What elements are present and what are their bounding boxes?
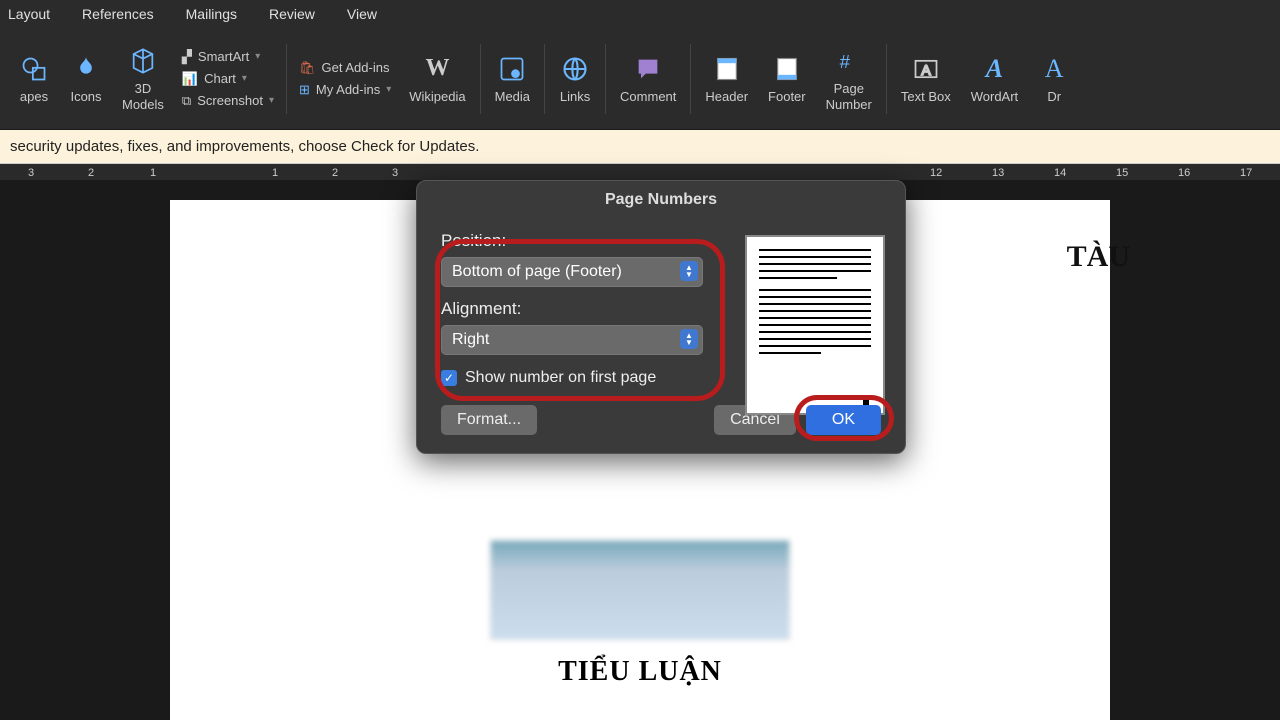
page-image-blurred bbox=[490, 540, 790, 640]
format-button[interactable]: Format... bbox=[441, 405, 537, 435]
ribbon-addins-col: 🛍Get Add-ins ⊞My Add-ins▾ bbox=[291, 28, 399, 129]
page-numbers-dialog: Page Numbers Position: Bottom of page (F… bbox=[416, 180, 906, 454]
position-select[interactable]: Bottom of page (Footer) ▲▼ bbox=[441, 257, 703, 287]
menu-references[interactable]: References bbox=[82, 6, 154, 22]
page-number-icon: # bbox=[833, 45, 865, 77]
ribbon-get-addins[interactable]: 🛍Get Add-ins bbox=[299, 60, 391, 76]
ribbon-smartart-col: ▞SmartArt▾ 📊Chart▾ ⧉Screenshot▾ bbox=[174, 28, 282, 129]
dropcap-icon: A bbox=[1038, 53, 1070, 85]
ribbon-wordart[interactable]: A WordArt bbox=[961, 28, 1028, 129]
ribbon-wikipedia[interactable]: W Wikipedia bbox=[399, 28, 475, 129]
svg-text:A: A bbox=[921, 62, 931, 78]
ribbon-media[interactable]: Media bbox=[485, 28, 540, 129]
textbox-icon: A bbox=[910, 53, 942, 85]
alignment-select[interactable]: Right ▲▼ bbox=[441, 325, 703, 355]
screenshot-icon: ⧉ bbox=[182, 93, 191, 109]
footer-icon bbox=[771, 53, 803, 85]
ribbon-comment[interactable]: Comment bbox=[610, 28, 686, 129]
ribbon: apes Icons 3D Models ▞SmartArt▾ 📊Chart▾ … bbox=[0, 28, 1280, 130]
menu-review[interactable]: Review bbox=[269, 6, 315, 22]
ribbon-chart[interactable]: 📊Chart▾ bbox=[182, 71, 274, 87]
page-text-fragment: TÀU bbox=[1067, 240, 1130, 274]
ribbon-screenshot[interactable]: ⧉Screenshot▾ bbox=[182, 93, 274, 109]
cube-icon bbox=[127, 45, 159, 77]
smartart-icon: ▞ bbox=[182, 49, 192, 65]
ribbon-smartart[interactable]: ▞SmartArt▾ bbox=[182, 49, 274, 65]
wikipedia-icon: W bbox=[421, 53, 453, 85]
ok-button[interactable]: OK bbox=[806, 405, 881, 435]
ribbon-3d-models[interactable]: 3D Models bbox=[112, 28, 174, 129]
ribbon-my-addins[interactable]: ⊞My Add-ins▾ bbox=[299, 82, 391, 98]
links-icon bbox=[559, 53, 591, 85]
checkbox-label: Show number on first page bbox=[465, 369, 656, 387]
svg-text:#: # bbox=[839, 51, 850, 72]
menu-mailings[interactable]: Mailings bbox=[186, 6, 237, 22]
ribbon-page-number[interactable]: # Page Number bbox=[816, 28, 882, 129]
ribbon-shapes[interactable]: apes bbox=[8, 28, 60, 129]
menubar: Layout References Mailings Review View bbox=[0, 0, 1280, 28]
page-heading: TIỂU LUẬN bbox=[170, 656, 1110, 688]
menu-layout[interactable]: Layout bbox=[8, 6, 50, 22]
ribbon-icons[interactable]: Icons bbox=[60, 28, 112, 129]
ribbon-dropcap[interactable]: A Dr bbox=[1028, 28, 1070, 129]
comment-icon bbox=[632, 53, 664, 85]
menu-view[interactable]: View bbox=[347, 6, 377, 22]
update-banner: security updates, fixes, and improvement… bbox=[0, 130, 1280, 164]
select-arrows-icon: ▲▼ bbox=[680, 329, 698, 349]
checkbox-checked-icon[interactable]: ✓ bbox=[441, 370, 457, 386]
wordart-icon: A bbox=[978, 53, 1010, 85]
addins-icon: ⊞ bbox=[299, 82, 310, 98]
dialog-title: Page Numbers bbox=[417, 181, 905, 217]
header-icon bbox=[711, 53, 743, 85]
store-icon: 🛍 bbox=[299, 60, 316, 76]
ribbon-header[interactable]: Header bbox=[695, 28, 758, 129]
icons-icon bbox=[70, 53, 102, 85]
media-icon bbox=[496, 53, 528, 85]
select-arrows-icon: ▲▼ bbox=[680, 261, 698, 281]
chart-icon: 📊 bbox=[182, 71, 198, 87]
shapes-icon bbox=[18, 53, 50, 85]
ribbon-footer[interactable]: Footer bbox=[758, 28, 816, 129]
ribbon-links[interactable]: Links bbox=[549, 28, 601, 129]
page-number-preview bbox=[745, 235, 885, 415]
ribbon-text-box[interactable]: A Text Box bbox=[891, 28, 961, 129]
